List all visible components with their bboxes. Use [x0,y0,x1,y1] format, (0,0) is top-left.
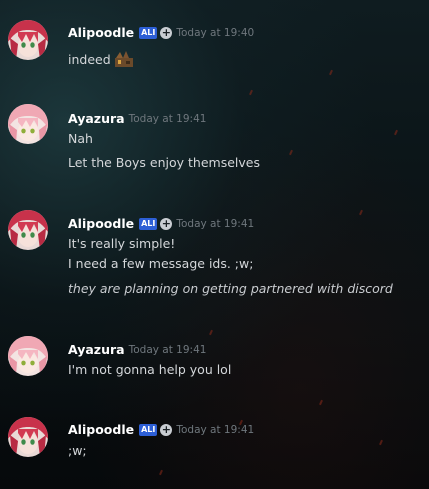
message-header: Ayazura Today at 19:41 [68,339,206,357]
avatar[interactable] [8,336,48,376]
ember-particle [359,209,363,216]
username[interactable]: Ayazura [68,111,125,126]
red-hair-avatar-icon [8,20,48,60]
message-line: I'm not gonna help you lol [68,362,232,377]
timestamp: Today at 19:41 [176,423,255,436]
message-line: I need a few message ids. ;w; [68,256,254,271]
timestamp: Today at 19:40 [176,26,255,39]
avatar[interactable] [8,20,48,60]
ember-particle [209,329,213,336]
add-icon[interactable]: + [160,26,173,39]
pink-hair-avatar-icon [8,336,48,376]
message-line: Let the Boys enjoy themselves [68,155,260,170]
avatar[interactable] [8,210,48,250]
message-header: Alipoodle ALI + Today at 19:40 [68,22,254,40]
username[interactable]: Alipoodle [68,25,134,40]
timestamp: Today at 19:41 [128,112,207,125]
message-line: indeed [68,52,111,67]
message-text: indeed [68,50,134,71]
avatar[interactable] [8,417,48,457]
message-header: Ayazura Today at 19:41 [68,108,206,126]
message-line-italic: they are planning on getting partnered w… [68,281,393,296]
user-tag-badge: ALI [139,217,158,230]
user-tag-badge: ALI [139,26,158,39]
ember-particle [329,69,333,76]
username[interactable]: Alipoodle [68,422,134,437]
message-header: Alipoodle ALI + Today at 19:41 [68,419,254,437]
add-icon[interactable]: + [160,217,173,230]
red-hair-avatar-icon [8,210,48,250]
ember-particle [159,469,163,476]
ember-particle [394,129,398,136]
timestamp: Today at 19:41 [176,217,255,230]
username[interactable]: Ayazura [68,342,125,357]
ember-particle [289,149,293,156]
ember-particle [319,399,323,406]
username[interactable]: Alipoodle [68,216,134,231]
timestamp: Today at 19:41 [128,343,207,356]
message-header: Alipoodle ALI + Today at 19:41 [68,213,254,231]
red-hair-avatar-icon [8,417,48,457]
message-line: Nah [68,131,93,146]
ember-particle [379,439,383,446]
ember-particle [249,89,253,96]
pink-hair-avatar-icon [8,104,48,144]
message-line: ;w; [68,443,87,458]
add-icon[interactable]: + [160,423,173,436]
message-line: It's really simple! [68,236,176,251]
user-tag-badge: ALI [139,423,158,436]
avatar[interactable] [8,104,48,144]
custom-emoji-icon [114,50,134,71]
